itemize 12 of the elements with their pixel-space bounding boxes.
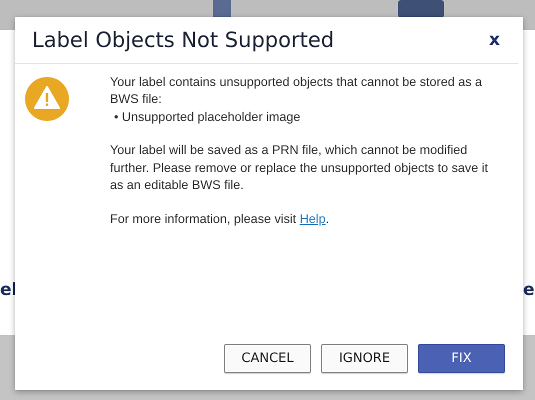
- close-button[interactable]: x: [489, 28, 500, 54]
- message-text: Your label will be saved as a PRN file, which cannot be modified further. Please remove or replace the unsupported objects to save it as an editable BWS file.: [110, 142, 490, 194]
- dialog-button[interactable]: IGNORE: [321, 344, 408, 373]
- help-text: For more information, please visit Help.: [110, 210, 330, 228]
- dialog-button[interactable]: CANCEL: [224, 344, 311, 373]
- message-text: Your label contains unsupported objects that cannot be stored as a BWS file:: [110, 74, 484, 108]
- warning-icon: [25, 76, 69, 120]
- help-link[interactable]: Help: [300, 212, 326, 226]
- fix-button[interactable]: FIX: [418, 344, 505, 373]
- list-item: • Unsupported placeholder image: [114, 108, 302, 126]
- dialog-title: Label Objects Not Supported: [32, 27, 334, 54]
- background-text: e: [523, 279, 535, 302]
